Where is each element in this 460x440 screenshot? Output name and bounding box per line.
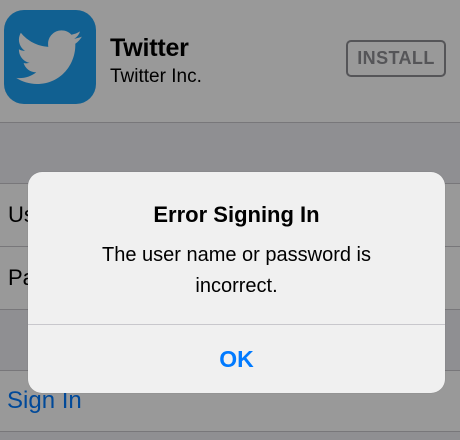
alert-title: Error Signing In <box>153 202 320 227</box>
ok-button[interactable]: OK <box>28 325 445 393</box>
error-alert-dialog: Error Signing In The user name or passwo… <box>28 172 445 393</box>
alert-message: The user name or password is incorrect. <box>101 244 371 297</box>
